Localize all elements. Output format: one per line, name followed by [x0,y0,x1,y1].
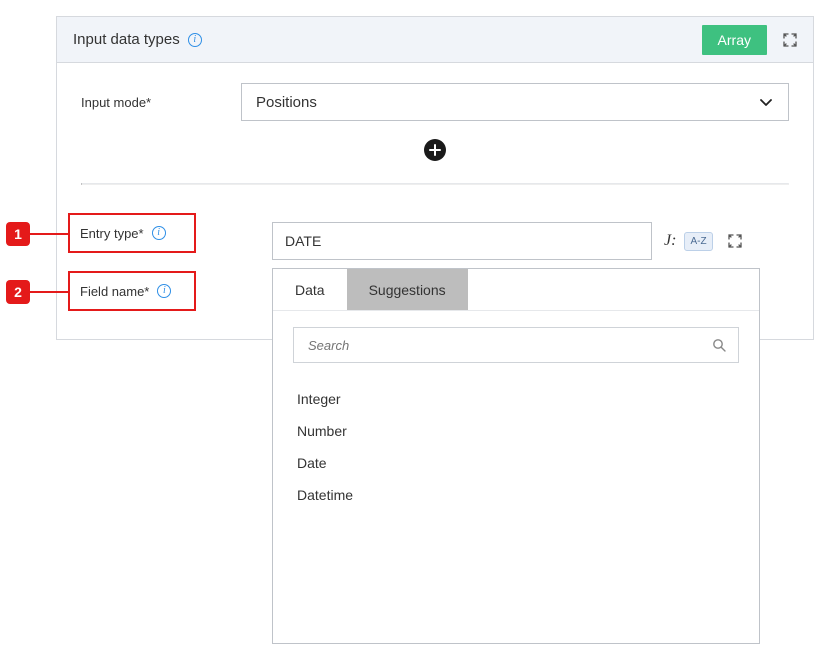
option-list: Integer Number Date Datetime [273,371,759,523]
callout-badge-2: 2 [6,280,30,304]
search-box [293,327,739,363]
dropdown-tabs: Data Suggestions [273,269,759,311]
search-icon[interactable] [712,338,726,352]
chevron-down-icon [758,94,774,110]
info-icon[interactable]: i [157,284,171,298]
entry-type-label: Entry type* [80,226,144,241]
input-mode-row: Input mode* Positions [81,83,789,121]
option-integer[interactable]: Integer [297,383,735,415]
search-wrap [273,311,759,371]
option-date[interactable]: Date [297,447,735,479]
panel-header: Input data types i Array [57,17,813,63]
entry-type-label-box: Entry type* i [68,213,196,253]
az-badge[interactable]: A-Z [684,232,712,251]
option-number[interactable]: Number [297,415,735,447]
j-label: J: [664,232,676,250]
panel-title: Input data types [73,31,180,48]
input-mode-value: Positions [256,94,317,111]
search-input[interactable] [306,337,712,354]
entry-type-row: J: A-Z [272,222,749,260]
expand-icon[interactable] [721,227,749,255]
callout-badge-1: 1 [6,222,30,246]
info-icon[interactable]: i [152,226,166,240]
expand-icon[interactable] [775,25,805,55]
add-button[interactable] [424,139,446,161]
add-row [81,121,789,183]
tab-data[interactable]: Data [273,269,347,310]
input-mode-label: Input mode* [81,95,241,110]
array-button[interactable]: Array [702,25,767,55]
entry-type-input[interactable] [272,222,652,260]
callout-2: 2 [6,280,68,304]
field-name-label: Field name* [80,284,149,299]
callout-line [30,233,68,235]
callout-1: 1 [6,222,68,246]
input-mode-select[interactable]: Positions [241,83,789,121]
tab-suggestions[interactable]: Suggestions [347,269,468,310]
callout-line [30,291,68,293]
field-name-label-box: Field name* i [68,271,196,311]
option-datetime[interactable]: Datetime [297,479,735,511]
type-dropdown: Data Suggestions Integer Number Date Dat… [272,268,760,644]
info-icon[interactable]: i [188,33,202,47]
